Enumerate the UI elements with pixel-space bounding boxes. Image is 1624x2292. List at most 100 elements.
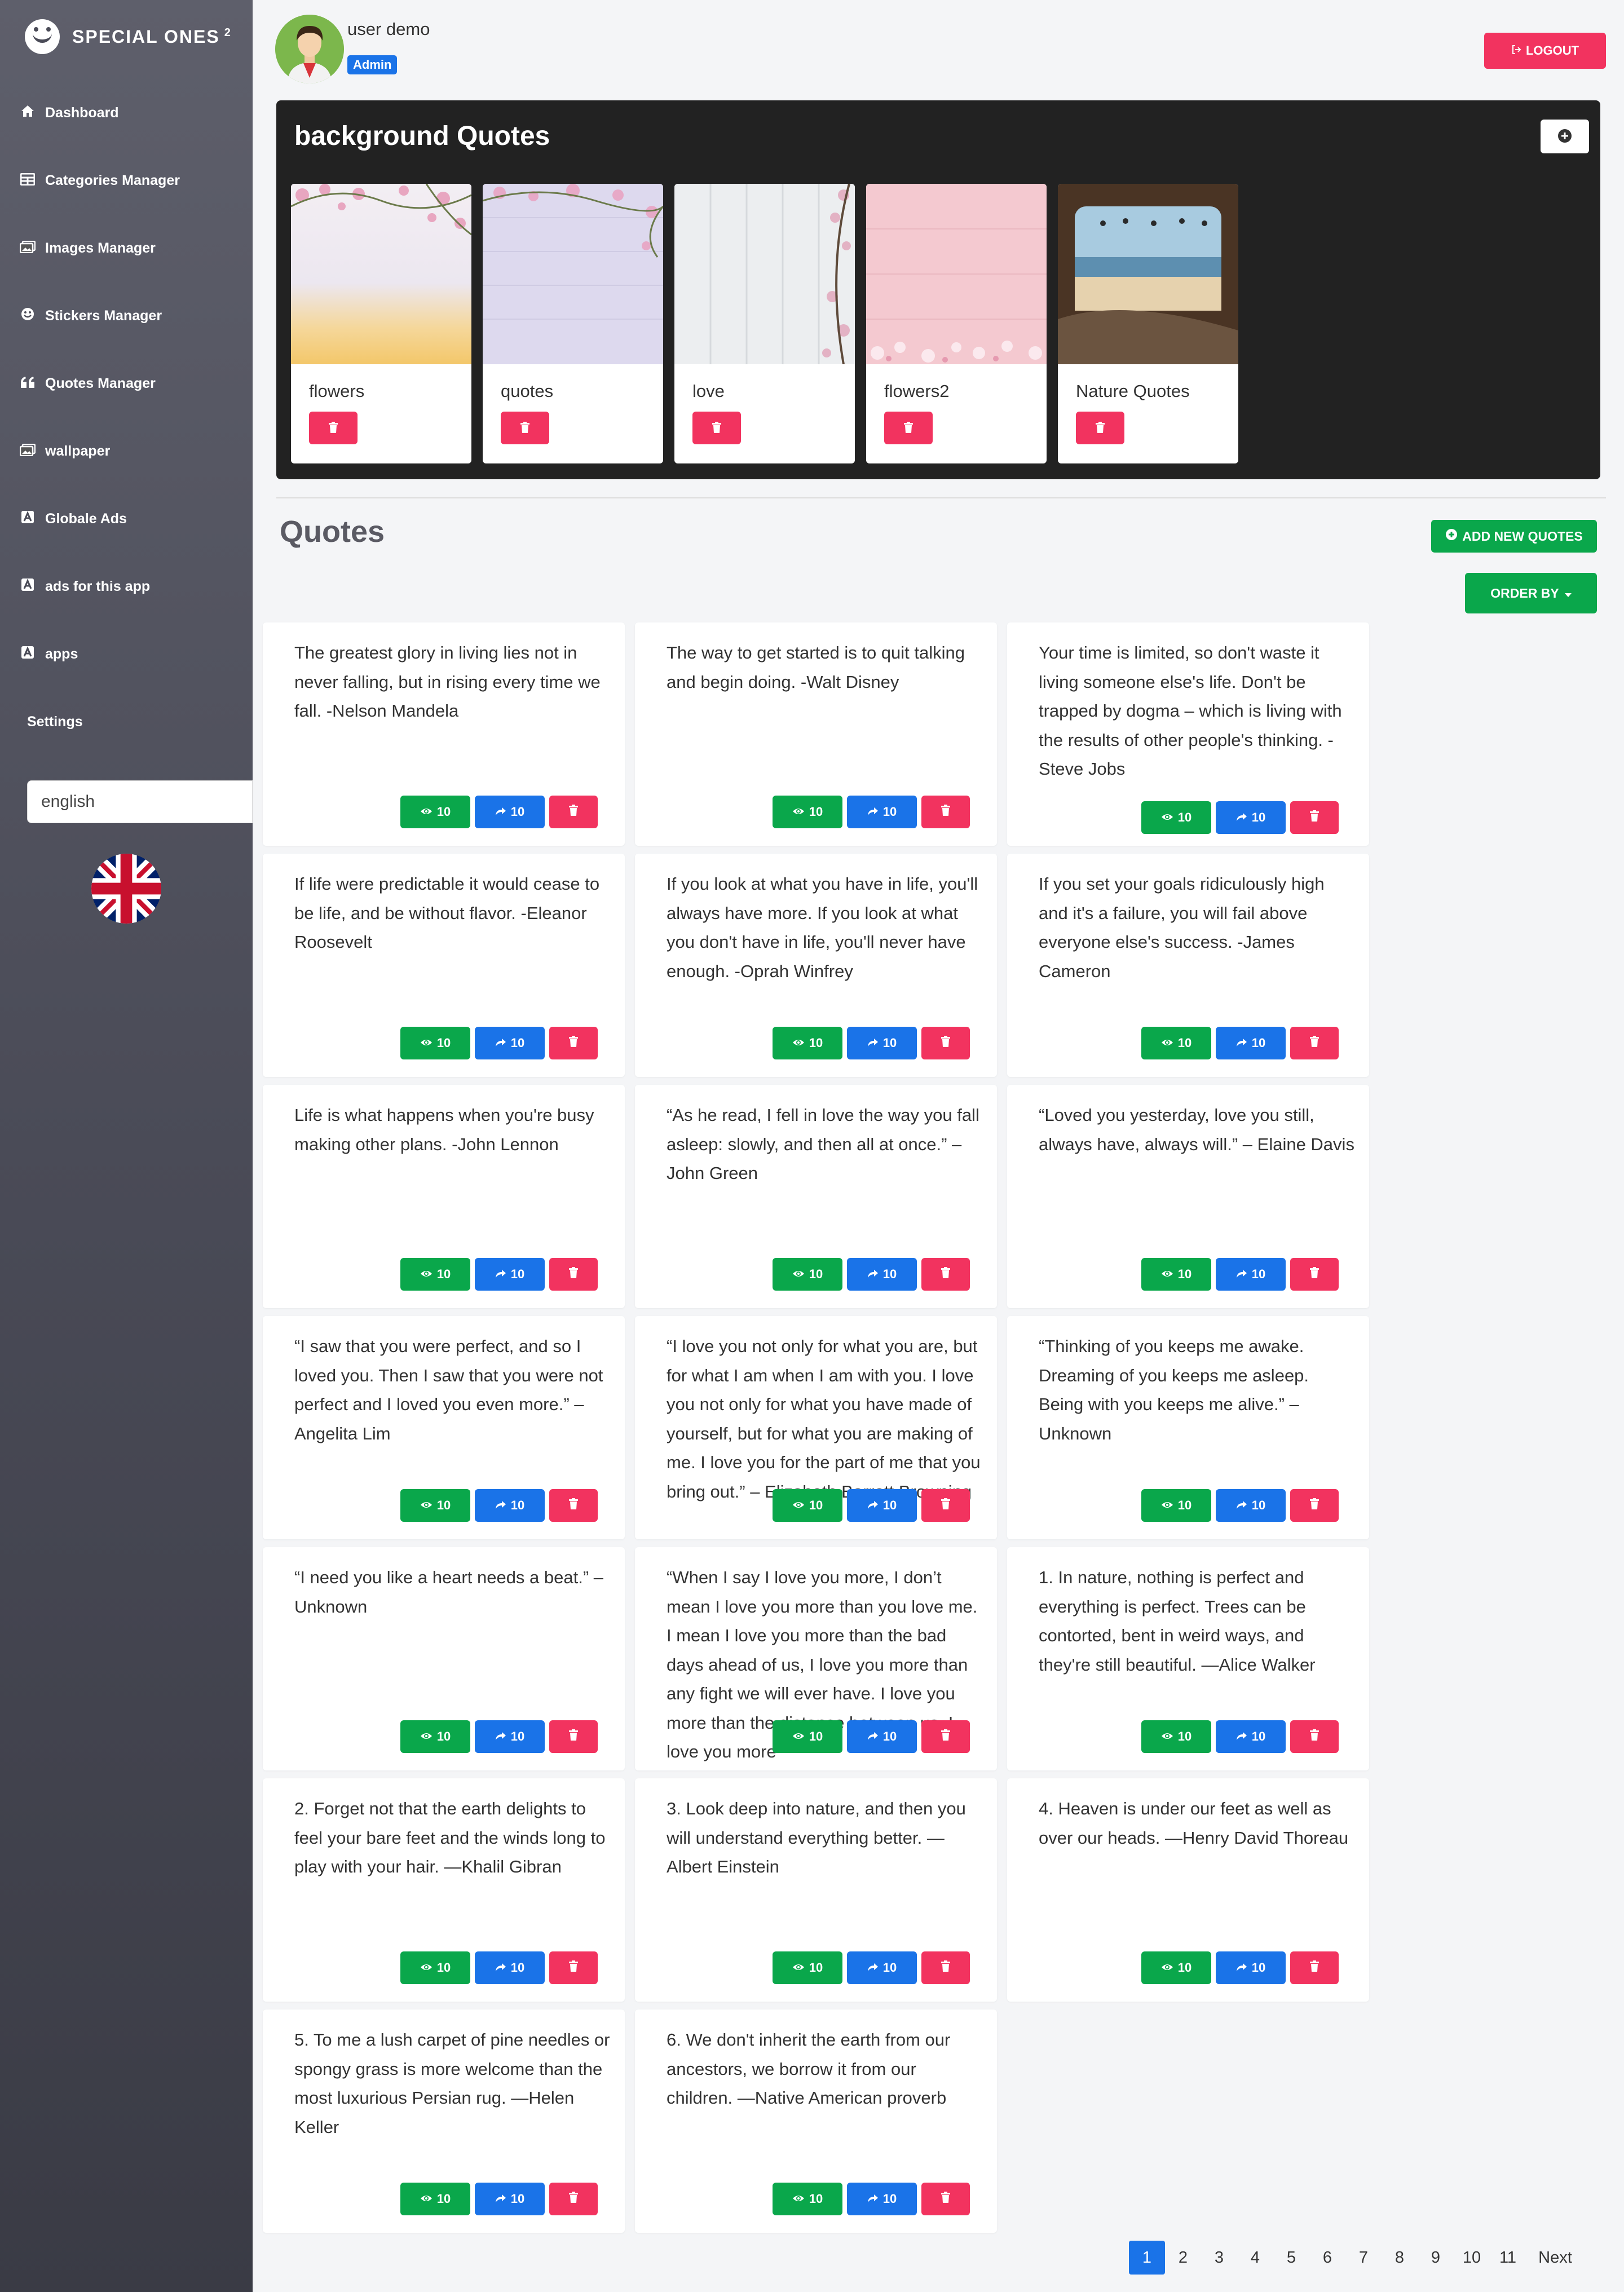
- page-link[interactable]: 9: [1418, 2241, 1454, 2275]
- views-button[interactable]: 10: [773, 1027, 842, 1059]
- delete-button[interactable]: [1290, 801, 1339, 834]
- page-link[interactable]: 5: [1273, 2241, 1309, 2275]
- shares-button[interactable]: 10: [847, 1489, 917, 1522]
- background-card[interactable]: flowers: [291, 184, 471, 463]
- uk-flag-icon[interactable]: [91, 854, 161, 924]
- views-button[interactable]: 10: [400, 796, 470, 828]
- delete-button[interactable]: [692, 412, 741, 444]
- views-button[interactable]: 10: [773, 1489, 842, 1522]
- views-button[interactable]: 10: [400, 2183, 470, 2215]
- shares-button[interactable]: 10: [847, 1951, 917, 1984]
- views-button[interactable]: 10: [400, 1720, 470, 1753]
- delete-button[interactable]: [921, 796, 970, 828]
- avatar[interactable]: [275, 15, 344, 83]
- sidebar-item-settings[interactable]: Settings: [0, 688, 253, 756]
- delete-button[interactable]: [921, 1258, 970, 1291]
- language-select[interactable]: [27, 780, 253, 823]
- page-link[interactable]: 6: [1309, 2241, 1345, 2275]
- delete-button[interactable]: [1290, 1258, 1339, 1291]
- sidebar-item-images[interactable]: Images Manager: [0, 214, 253, 282]
- views-button[interactable]: 10: [773, 1951, 842, 1984]
- shares-button[interactable]: 10: [1216, 1489, 1286, 1522]
- page-link[interactable]: 4: [1237, 2241, 1273, 2275]
- views-button[interactable]: 10: [400, 1258, 470, 1291]
- order-by-dropdown[interactable]: ORDER BY: [1465, 573, 1597, 613]
- views-button[interactable]: 10: [1141, 1258, 1211, 1291]
- shares-button[interactable]: 10: [475, 1027, 545, 1059]
- delete-button[interactable]: [921, 1027, 970, 1059]
- delete-button[interactable]: [884, 412, 933, 444]
- shares-button[interactable]: 10: [1216, 1027, 1286, 1059]
- delete-button[interactable]: [501, 412, 549, 444]
- delete-button[interactable]: [1290, 1489, 1339, 1522]
- page-link[interactable]: 1: [1129, 2241, 1165, 2275]
- background-card[interactable]: Nature Quotes: [1058, 184, 1238, 463]
- next-page-link[interactable]: Next: [1537, 2241, 1573, 2275]
- logout-button[interactable]: LOGOUT: [1484, 33, 1606, 69]
- page-link[interactable]: 3: [1201, 2241, 1237, 2275]
- shares-button[interactable]: 10: [847, 1027, 917, 1059]
- sidebar-item-globale-ads[interactable]: Globale Ads: [0, 485, 253, 553]
- delete-button[interactable]: [549, 796, 598, 828]
- shares-button[interactable]: 10: [475, 2183, 545, 2215]
- shares-button[interactable]: 10: [847, 796, 917, 828]
- background-card[interactable]: quotes: [483, 184, 663, 463]
- delete-button[interactable]: [309, 412, 358, 444]
- shares-button[interactable]: 10: [847, 1258, 917, 1291]
- sidebar-item-app-ads[interactable]: ads for this app: [0, 553, 253, 620]
- views-button[interactable]: 10: [1141, 1027, 1211, 1059]
- page-link[interactable]: 8: [1382, 2241, 1418, 2275]
- views-button[interactable]: 10: [773, 1258, 842, 1291]
- page-link[interactable]: 11: [1490, 2241, 1526, 2275]
- views-button[interactable]: 10: [773, 1720, 842, 1753]
- sidebar-item-categories[interactable]: Categories Manager: [0, 147, 253, 214]
- views-button[interactable]: 10: [1141, 1489, 1211, 1522]
- add-new-quotes-button[interactable]: ADD NEW QUOTES: [1431, 520, 1597, 553]
- background-card[interactable]: love: [674, 184, 855, 463]
- sidebar-item-apps[interactable]: apps: [0, 620, 253, 688]
- views-button[interactable]: 10: [773, 2183, 842, 2215]
- shares-button[interactable]: 10: [475, 1489, 545, 1522]
- delete-button[interactable]: [921, 1720, 970, 1753]
- shares-button[interactable]: 10: [1216, 1258, 1286, 1291]
- views-button[interactable]: 10: [1141, 1951, 1211, 1984]
- delete-button[interactable]: [1076, 412, 1124, 444]
- delete-button[interactable]: [921, 2183, 970, 2215]
- shares-button[interactable]: 10: [1216, 1951, 1286, 1984]
- delete-button[interactable]: [921, 1489, 970, 1522]
- delete-button[interactable]: [549, 2183, 598, 2215]
- shares-button[interactable]: 10: [1216, 801, 1286, 834]
- views-button[interactable]: 10: [773, 796, 842, 828]
- shares-button[interactable]: 10: [475, 1258, 545, 1291]
- delete-button[interactable]: [921, 1951, 970, 1984]
- shares-button[interactable]: 10: [847, 2183, 917, 2215]
- views-button[interactable]: 10: [1141, 1720, 1211, 1753]
- brand[interactable]: SPECIAL ONES 2: [25, 19, 232, 54]
- sidebar-item-stickers[interactable]: Stickers Manager: [0, 282, 253, 350]
- delete-button[interactable]: [549, 1951, 598, 1984]
- delete-button[interactable]: [549, 1489, 598, 1522]
- delete-button[interactable]: [549, 1258, 598, 1291]
- page-link[interactable]: 10: [1454, 2241, 1490, 2275]
- shares-button[interactable]: 10: [475, 1720, 545, 1753]
- sidebar-item-dashboard[interactable]: Dashboard: [0, 79, 253, 147]
- shares-button[interactable]: 10: [1216, 1720, 1286, 1753]
- delete-button[interactable]: [1290, 1951, 1339, 1984]
- sidebar-item-wallpaper[interactable]: wallpaper: [0, 417, 253, 485]
- views-button[interactable]: 10: [400, 1027, 470, 1059]
- page-link[interactable]: 7: [1345, 2241, 1382, 2275]
- shares-button[interactable]: 10: [847, 1720, 917, 1753]
- delete-button[interactable]: [549, 1027, 598, 1059]
- shares-button[interactable]: 10: [475, 796, 545, 828]
- delete-button[interactable]: [549, 1720, 598, 1753]
- background-card[interactable]: flowers2: [866, 184, 1047, 463]
- page-link[interactable]: 2: [1165, 2241, 1201, 2275]
- delete-button[interactable]: [1290, 1720, 1339, 1753]
- sidebar-item-quotes[interactable]: Quotes Manager: [0, 350, 253, 417]
- add-background-button[interactable]: [1541, 120, 1589, 153]
- views-button[interactable]: 10: [400, 1489, 470, 1522]
- views-button[interactable]: 10: [400, 1951, 470, 1984]
- shares-button[interactable]: 10: [475, 1951, 545, 1984]
- delete-button[interactable]: [1290, 1027, 1339, 1059]
- views-button[interactable]: 10: [1141, 801, 1211, 834]
